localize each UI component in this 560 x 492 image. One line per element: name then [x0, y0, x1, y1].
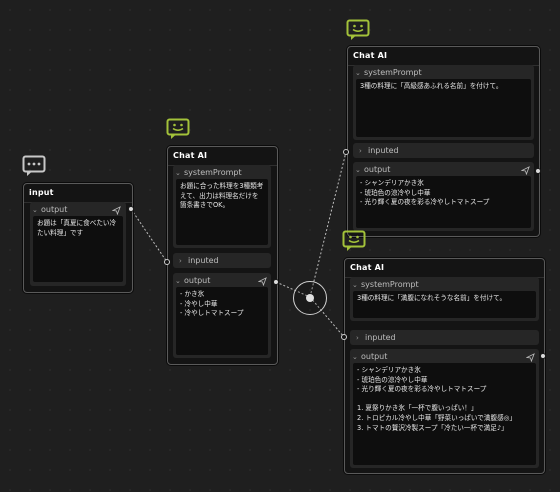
- smiley-chat-icon: [342, 230, 366, 251]
- node-title: Chat AI: [168, 147, 277, 166]
- output-label: output: [184, 276, 211, 285]
- system-prompt-section: ⌄ systemPrompt 3種の料理に「高級感あふれる名前」を付けて。: [353, 65, 534, 140]
- inputed-section[interactable]: › inputed: [353, 143, 534, 158]
- wire-input-to-chat-mid: [130, 208, 168, 263]
- output-header[interactable]: ⌄ output: [32, 204, 67, 216]
- node-title: input: [24, 184, 132, 203]
- output-port[interactable]: [273, 279, 279, 285]
- system-prompt-label: systemPrompt: [364, 68, 422, 77]
- chevron-down-icon: ⌄: [32, 206, 38, 214]
- chevron-down-icon: ⌄: [175, 277, 181, 285]
- output-section: ⌄ output - シャンデリアかき氷 - 琥珀色の涼冷やし中華 - 光り輝く夏…: [353, 162, 534, 231]
- output-label: output: [364, 165, 391, 174]
- input-port[interactable]: [164, 259, 170, 265]
- node-title: Chat AI: [345, 259, 544, 278]
- system-prompt-input[interactable]: 3種の料理に「高級感あふれる名前」を付けて。: [356, 79, 531, 137]
- system-prompt-header[interactable]: ⌄ systemPrompt: [175, 167, 242, 179]
- inputed-label: inputed: [365, 333, 396, 342]
- output-section: ⌄ output - かき氷 - 冷やし中華 - 冷やしトマトスープ: [173, 273, 271, 358]
- chevron-right-icon: ›: [356, 334, 359, 342]
- wire-hub-to-chat-top: [309, 151, 347, 298]
- input-port[interactable]: [341, 334, 347, 340]
- send-icon[interactable]: [526, 353, 535, 362]
- system-prompt-header[interactable]: ⌄ systemPrompt: [355, 67, 422, 79]
- node-title: Chat AI: [348, 47, 539, 66]
- input-port[interactable]: [343, 149, 349, 155]
- output-section: ⌄ output お題は「真夏に食べたい冷たい料理」です: [30, 202, 126, 286]
- system-prompt-label: systemPrompt: [361, 280, 419, 289]
- output-header[interactable]: ⌄ output: [355, 164, 390, 176]
- system-prompt-input[interactable]: 3種の料理に「満腹になれそうな名前」を付けて。: [353, 291, 536, 318]
- output-port[interactable]: [535, 168, 541, 174]
- send-icon[interactable]: [258, 277, 267, 286]
- inputed-section[interactable]: › inputed: [350, 330, 539, 345]
- send-icon[interactable]: [112, 206, 121, 215]
- chevron-down-icon: ⌄: [175, 169, 181, 177]
- chevron-right-icon: ›: [179, 257, 182, 265]
- output-text: - シャンデリアかき氷 - 琥珀色の涼冷やし中華 - 光り輝く夏の夜を彩る冷やし…: [353, 363, 536, 465]
- system-prompt-input[interactable]: お題に合った料理を3種類考えて、出力は料理名だけを箇条書きでOK。: [176, 179, 268, 245]
- chat-bubble-dots-icon: [22, 155, 46, 176]
- chat-ai-node-mid[interactable]: Chat AI ⌄ systemPrompt お題に合った料理を3種類考えて、出力…: [167, 146, 278, 365]
- inputed-label: inputed: [368, 146, 399, 155]
- system-prompt-label: systemPrompt: [184, 168, 242, 177]
- chevron-down-icon: ⌄: [355, 166, 361, 174]
- output-header[interactable]: ⌄ output: [352, 351, 387, 363]
- chevron-right-icon: ›: [359, 147, 362, 155]
- output-text: お題は「真夏に食べたい冷たい料理」です: [33, 216, 123, 282]
- output-text: - かき氷 - 冷やし中華 - 冷やしトマトスープ: [176, 287, 268, 355]
- chevron-down-icon: ⌄: [355, 69, 361, 77]
- hub-dot: [306, 294, 314, 302]
- output-header[interactable]: ⌄ output: [175, 275, 210, 287]
- send-icon[interactable]: [521, 166, 530, 175]
- chevron-down-icon: ⌄: [352, 353, 358, 361]
- split-hub-icon[interactable]: [293, 281, 327, 315]
- output-label: output: [361, 352, 388, 361]
- chevron-down-icon: ⌄: [352, 281, 358, 289]
- system-prompt-header[interactable]: ⌄ systemPrompt: [352, 279, 419, 291]
- smiley-chat-icon: [166, 118, 190, 139]
- system-prompt-section: ⌄ systemPrompt 3種の料理に「満腹になれそうな名前」を付けて。: [350, 277, 539, 321]
- output-text: - シャンデリアかき氷 - 琥珀色の涼冷やし中華 - 光り輝く夏の夜を彩る冷やし…: [356, 176, 531, 228]
- output-port[interactable]: [128, 206, 134, 212]
- output-section: ⌄ output - シャンデリアかき氷 - 琥珀色の涼冷やし中華 - 光り輝く夏…: [350, 349, 539, 468]
- output-port[interactable]: [540, 353, 546, 359]
- smiley-chat-icon: [346, 19, 370, 40]
- system-prompt-section: ⌄ systemPrompt お題に合った料理を3種類考えて、出力は料理名だけを箇…: [173, 165, 271, 248]
- chat-ai-node-top[interactable]: Chat AI ⌄ systemPrompt 3種の料理に「高級感あふれる名前」を…: [347, 46, 540, 237]
- inputed-section[interactable]: › inputed: [173, 253, 271, 268]
- inputed-label: inputed: [188, 256, 219, 265]
- input-node[interactable]: input ⌄ output お題は「真夏に食べたい冷たい料理」です: [23, 183, 133, 293]
- chat-ai-node-bottom[interactable]: Chat AI ⌄ systemPrompt 3種の料理に「満腹になれそうな名前」…: [344, 258, 545, 474]
- output-label: output: [41, 205, 68, 214]
